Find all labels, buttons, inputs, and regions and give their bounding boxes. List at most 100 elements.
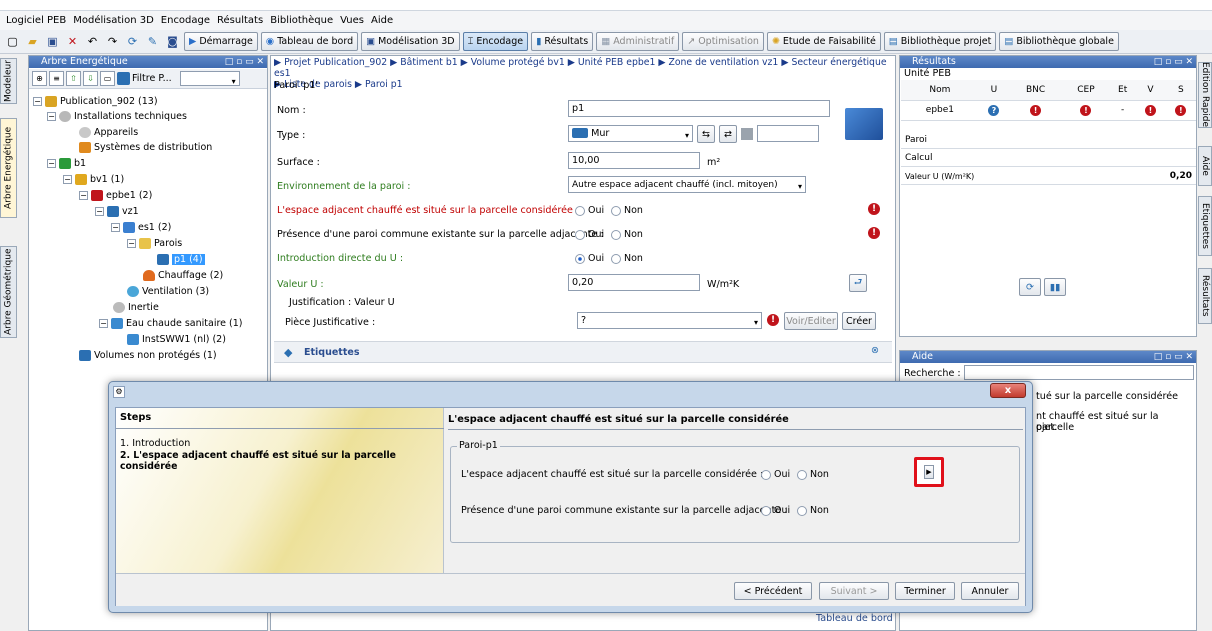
tab-arbre-geometrique[interactable]: Arbre Géométrique <box>0 246 17 338</box>
type-detail-field[interactable] <box>757 125 819 142</box>
tree-node-installations[interactable]: − Installations techniques <box>47 109 187 123</box>
panel-controls-icon[interactable]: □ ▫ ▭ ✕ <box>225 56 264 68</box>
panel-controls-icon[interactable]: □ ▫ ▭ ✕ <box>1154 56 1193 68</box>
tab-aide[interactable]: Aide <box>1198 146 1212 186</box>
edit-icon[interactable]: ✎ <box>144 33 161 50</box>
tree-node-parois[interactable]: − Parois <box>127 236 182 250</box>
dialog-q1-non-radio[interactable]: Non <box>797 469 829 480</box>
finish-button[interactable]: Terminer <box>895 582 955 600</box>
tree-node-volumes-non-proteges[interactable]: Volumes non protégés (1) <box>79 348 217 362</box>
q2-non-radio[interactable]: Non <box>611 229 643 240</box>
dialog-q2-oui-radio[interactable]: Oui <box>761 505 790 516</box>
tab-arbre-energetique[interactable]: Arbre Energétique <box>0 118 17 218</box>
tree-node-epbe1[interactable]: − epbe1 (2) <box>79 188 152 202</box>
biblio-globale-button[interactable]: ▤ Bibliothèque globale <box>999 32 1119 51</box>
delete-icon[interactable]: ✕ <box>64 33 81 50</box>
dialog-q1-oui-radio[interactable]: Oui <box>761 469 790 480</box>
menu-aide[interactable]: Aide <box>371 15 393 26</box>
tree-node-es1[interactable]: − es1 (2) <box>111 220 171 234</box>
link-icon[interactable]: ⮐ <box>849 274 867 292</box>
import-icon[interactable]: ⇆ <box>697 125 715 143</box>
administratif-button[interactable]: ▦ Administratif <box>596 32 680 51</box>
bar-chart-icon[interactable]: ▮▮ <box>1044 278 1066 296</box>
tree-node-appareils[interactable]: Appareils <box>79 125 138 139</box>
tree-node-instsww1[interactable]: InstSWW1 (nl) (2) <box>127 332 226 346</box>
tableau-button[interactable]: ◉ Tableau de bord <box>260 32 359 51</box>
voir-editer-button[interactable]: Voir/Editer <box>784 312 838 330</box>
q3-non-radio[interactable]: Non <box>611 253 643 264</box>
breadcrumb-volume[interactable]: Volume protégé bv1 <box>471 57 565 68</box>
breadcrumb-paroi[interactable]: Paroi p1 <box>365 79 403 90</box>
tree-node-inertie[interactable]: Inertie <box>113 300 159 314</box>
environnement-select[interactable]: Autre espace adjacent chauffé (incl. mit… <box>568 176 806 193</box>
move-up-icon[interactable]: ⇧ <box>66 71 81 86</box>
menu-bibliotheque[interactable]: Bibliothèque <box>270 15 333 26</box>
resultats-button[interactable]: ▮ Résultats <box>531 32 594 51</box>
type-select[interactable]: Mur ▾ <box>568 125 693 142</box>
modelisation-button[interactable]: ▣ Modélisation 3D <box>361 32 460 51</box>
open-folder-icon[interactable]: ▰ <box>24 33 41 50</box>
previous-button[interactable]: < Précédent <box>734 582 812 600</box>
menu-logiciel[interactable]: Logiciel PEB <box>6 15 66 26</box>
breadcrumb-zone[interactable]: Zone de ventilation vz1 <box>668 57 778 68</box>
tree-node-distribution[interactable]: Systèmes de distribution <box>79 140 212 154</box>
creer-button[interactable]: Créer <box>842 312 876 330</box>
faisabilite-button[interactable]: ✺ Etude de Faisabilité <box>766 32 881 51</box>
demarrage-button[interactable]: ▶ Démarrage <box>184 32 258 51</box>
encodage-button[interactable]: ⌶ Encodage <box>462 32 529 51</box>
q1-oui-radio[interactable]: Oui <box>575 205 604 216</box>
menu-resultats[interactable]: Résultats <box>217 15 263 26</box>
breadcrumb-projet[interactable]: Projet Publication_902 <box>284 57 387 68</box>
nom-input[interactable]: p1 <box>568 100 830 117</box>
valeur-u-row: Valeur U (W/m²K) 0,20 <box>901 168 1196 185</box>
cancel-button[interactable]: Annuler <box>961 582 1019 600</box>
expand-icon[interactable]: ⊕ <box>32 71 47 86</box>
tab-etiquettes[interactable]: Etiquettes <box>1198 196 1212 256</box>
tableau-link[interactable]: Tableau de bord <box>816 613 893 624</box>
breadcrumb-unite[interactable]: Unité PEB epbe1 <box>578 57 656 68</box>
filter-select[interactable]: ▾ <box>179 71 240 86</box>
q1-non-radio[interactable]: Non <box>611 205 643 216</box>
view-icon[interactable]: ▭ <box>100 71 115 86</box>
window-icon[interactable]: ◙ <box>164 33 181 50</box>
optimisation-button[interactable]: ↗ Optimisation <box>682 32 764 51</box>
piece-select[interactable]: ? ▾ <box>577 312 762 329</box>
move-down-icon[interactable]: ⇩ <box>83 71 98 86</box>
tree-node-bv1[interactable]: − bv1 (1) <box>63 172 124 186</box>
next-button[interactable]: Suivant > <box>819 582 889 600</box>
tree-node-publication[interactable]: − Publication_902 (13) <box>33 94 158 108</box>
tree-node-vz1[interactable]: − vz1 <box>95 204 139 218</box>
recherche-input[interactable] <box>964 365 1194 380</box>
close-button[interactable]: x <box>990 383 1026 398</box>
tab-edition-rapide[interactable]: Edition Rapide <box>1198 62 1212 128</box>
biblio-projet-button[interactable]: ▤ Bibliothèque projet <box>883 32 997 51</box>
menu-modelisation[interactable]: Modélisation 3D <box>73 15 154 26</box>
table-row[interactable]: epbe1 ? ! ! - ! ! <box>901 100 1196 121</box>
tab-modeleur[interactable]: Modeleur <box>0 58 17 104</box>
refresh-icon[interactable]: ⟳ <box>1019 278 1041 296</box>
export-icon[interactable]: ⇄ <box>719 125 737 143</box>
tree-node-eau-chaude[interactable]: − Eau chaude sanitaire (1) <box>99 316 242 330</box>
u-input[interactable]: 0,20 <box>568 274 700 291</box>
breadcrumb-batiment[interactable]: Bâtiment b1 <box>400 57 457 68</box>
tree-node-b1[interactable]: − b1 <box>47 156 86 170</box>
collapse-icon[interactable]: ≡ <box>49 71 64 86</box>
q2-oui-radio[interactable]: Oui <box>575 229 604 240</box>
menu-vues[interactable]: Vues <box>340 15 364 26</box>
undo-icon[interactable]: ↶ <box>84 33 101 50</box>
save-icon[interactable]: ▣ <box>44 33 61 50</box>
surface-input[interactable]: 10,00 <box>568 152 700 169</box>
dialog-q2-non-radio[interactable]: Non <box>797 505 829 516</box>
etiquettes-section[interactable]: ◆ Etiquettes ⊗ <box>274 341 892 363</box>
tree-node-ventilation[interactable]: Ventilation (3) <box>127 284 209 298</box>
refresh-icon[interactable]: ⟳ <box>124 33 141 50</box>
menu-encodage[interactable]: Encodage <box>161 15 210 26</box>
panel-controls-icon[interactable]: □ ▫ ▭ ✕ <box>1154 351 1193 363</box>
tree-node-p1[interactable]: p1 (4) <box>157 252 205 266</box>
tree-node-chauffage[interactable]: Chauffage (2) <box>143 268 223 282</box>
q3-oui-radio[interactable]: Oui <box>575 253 604 264</box>
next-question-button[interactable]: ▶ <box>914 457 944 487</box>
new-file-icon[interactable]: ▢ <box>4 33 21 50</box>
tab-resultats[interactable]: Résultats <box>1198 268 1212 324</box>
redo-icon[interactable]: ↷ <box>104 33 121 50</box>
